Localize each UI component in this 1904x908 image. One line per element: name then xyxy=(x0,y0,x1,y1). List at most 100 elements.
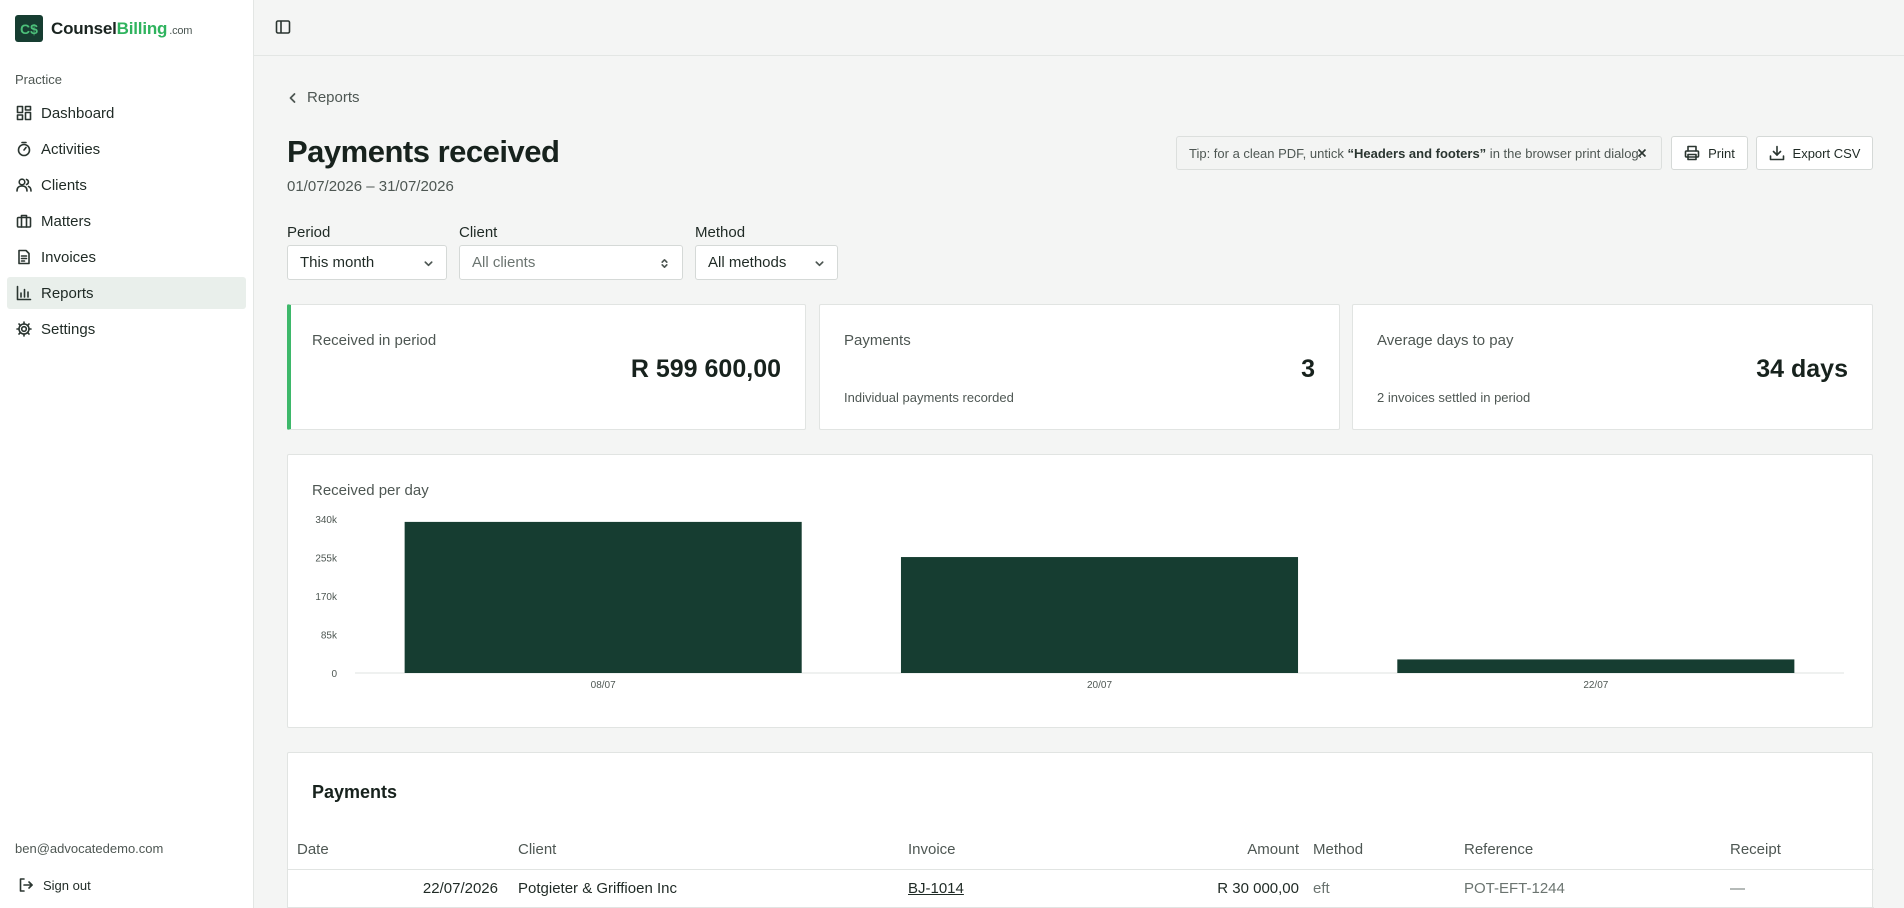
sidebar-item-label: Reports xyxy=(41,284,94,302)
brand-name: CounselBilling .com xyxy=(51,18,193,38)
client-select-placeholder: All clients xyxy=(472,254,536,271)
cell-amount: R 30 000,00 xyxy=(1217,880,1299,897)
period-select[interactable]: This month xyxy=(287,245,447,280)
payments-table-card: Payments Date Client Invoice Amount Meth… xyxy=(287,752,1874,908)
period-select-value: This month xyxy=(300,254,375,271)
sidebar-toggle-button[interactable] xyxy=(275,19,291,35)
back-link-label: Reports xyxy=(307,89,360,106)
users-icon xyxy=(16,178,32,192)
kpi-label: Average days to pay xyxy=(1377,332,1514,349)
y-tick-label: 340k xyxy=(315,515,338,526)
kpi-subtext: 2 invoices settled in period xyxy=(1377,390,1531,405)
sidebar-item-label: Matters xyxy=(41,212,92,230)
invoice-link[interactable]: BJ-1014 xyxy=(908,880,964,897)
export-label: Export CSV xyxy=(1792,145,1861,161)
method-select[interactable]: All methods xyxy=(695,245,838,280)
received-per-day-chart-card: Received per day 0 85k 170k 255k 340k 08/07 20… xyxy=(287,454,1873,728)
period-filter-label: Period xyxy=(287,224,331,241)
cell-client: Potgieter & Griffioen Inc xyxy=(518,880,677,897)
sidebar: C$ CounselBilling .com Practice Dashboard… xyxy=(0,0,254,908)
header-divider xyxy=(288,869,1874,870)
bar-chart-icon xyxy=(16,285,32,301)
column-header-date[interactable]: Date xyxy=(297,841,329,858)
brand-logo-link[interactable]: C$ CounselBilling .com xyxy=(15,15,192,42)
kpi-value: 34 days xyxy=(1756,355,1848,383)
x-tick-label: 20/07 xyxy=(1087,680,1112,691)
sidebar-toggle-icon xyxy=(275,20,291,34)
client-filter-label: Client xyxy=(459,224,498,241)
cell-date: 22/07/2026 xyxy=(422,880,498,897)
sidebar-item-label: Dashboard xyxy=(41,104,115,122)
document-icon xyxy=(18,249,30,265)
column-header-amount[interactable]: Amount xyxy=(1247,841,1299,858)
chevron-down-icon xyxy=(424,261,433,267)
brand-logo-icon: C$ xyxy=(15,15,43,42)
top-bar xyxy=(254,0,1904,56)
table-title: Payments xyxy=(312,782,398,802)
x-tick-label: 08/07 xyxy=(591,680,616,691)
printer-icon xyxy=(1684,145,1700,161)
page-title: Payments received xyxy=(287,134,560,169)
tip-close-button[interactable] xyxy=(1635,146,1649,160)
user-email: ben@advocatedemo.com xyxy=(15,841,164,856)
sidebar-item-label: Activities xyxy=(41,140,101,158)
received-per-day-chart: 0 85k 170k 255k 340k 08/07 20/07 22/07 xyxy=(315,515,1844,691)
sidebar-item-dashboard[interactable]: Dashboard xyxy=(7,97,246,129)
chevron-up-down-icon xyxy=(661,259,668,268)
sidebar-item-matters[interactable]: Matters xyxy=(7,205,246,237)
chevron-down-icon xyxy=(815,261,824,267)
column-header-client[interactable]: Client xyxy=(518,841,556,858)
kpi-card-received: Received in period R 599 600,00 xyxy=(287,304,806,430)
timer-icon xyxy=(17,141,31,157)
sidebar-item-activities[interactable]: Activities xyxy=(7,133,246,165)
kpi-card-average-days: Average days to pay 34 days 2 invoices s… xyxy=(1352,304,1873,430)
tip-text: Tip: for a clean PDF, untick “Headers an… xyxy=(1189,145,1643,161)
x-tick-label: 22/07 xyxy=(1583,680,1608,691)
print-tip-banner: Tip: for a clean PDF, untick “Headers an… xyxy=(1176,136,1662,170)
print-button[interactable]: Print xyxy=(1671,136,1748,170)
sign-out-button[interactable]: Sign out xyxy=(18,877,91,893)
chevron-left-icon xyxy=(289,92,296,103)
y-tick-label: 85k xyxy=(321,631,338,642)
sidebar-item-label: Invoices xyxy=(41,248,97,266)
column-header-invoice[interactable]: Invoice xyxy=(908,841,956,858)
y-tick-label: 0 xyxy=(331,669,337,680)
y-tick-label: 255k xyxy=(315,554,338,565)
kpi-card-payments: Payments 3 Individual payments recorded xyxy=(819,304,1340,430)
print-label: Print xyxy=(1708,145,1735,161)
sidebar-nav: Dashboard Activities Clients Matters Inv… xyxy=(7,97,246,349)
kpi-value: 3 xyxy=(1301,355,1315,383)
cell-receipt: — xyxy=(1730,880,1745,897)
dashboard-icon xyxy=(16,105,32,121)
chart-bar[interactable] xyxy=(1397,659,1795,673)
cell-reference: POT-EFT-1244 xyxy=(1464,880,1565,897)
kpi-label: Payments xyxy=(844,332,911,349)
sign-out-label: Sign out xyxy=(43,877,91,893)
sidebar-item-invoices[interactable]: Invoices xyxy=(7,241,246,273)
sign-out-icon xyxy=(19,878,33,892)
sidebar-item-clients[interactable]: Clients xyxy=(7,169,246,201)
sidebar-item-reports[interactable]: Reports xyxy=(7,277,246,309)
close-icon xyxy=(1637,148,1647,158)
column-header-reference[interactable]: Reference xyxy=(1464,841,1533,858)
column-header-method[interactable]: Method xyxy=(1313,841,1363,858)
export-csv-button[interactable]: Export CSV xyxy=(1756,136,1873,170)
client-select[interactable]: All clients xyxy=(459,245,683,280)
gear-icon xyxy=(16,321,32,337)
date-range: 01/07/2026 – 31/07/2026 xyxy=(287,178,454,195)
chart-bar[interactable] xyxy=(404,521,802,673)
y-tick-label: 170k xyxy=(315,592,338,603)
briefcase-icon xyxy=(16,214,32,228)
method-select-value: All methods xyxy=(708,254,787,271)
kpi-label: Received in period xyxy=(312,332,437,349)
sidebar-item-settings[interactable]: Settings xyxy=(7,313,246,345)
cell-method: eft xyxy=(1313,880,1330,897)
nav-section-label: Practice xyxy=(15,72,62,87)
sidebar-item-label: Clients xyxy=(41,176,87,194)
chart-bar[interactable] xyxy=(900,557,1299,673)
download-icon xyxy=(1769,145,1784,161)
kpi-subtext: Individual payments recorded xyxy=(844,390,1014,405)
column-header-receipt[interactable]: Receipt xyxy=(1730,841,1781,858)
back-to-reports-link[interactable]: Reports xyxy=(287,89,360,106)
method-filter-label: Method xyxy=(695,224,746,241)
